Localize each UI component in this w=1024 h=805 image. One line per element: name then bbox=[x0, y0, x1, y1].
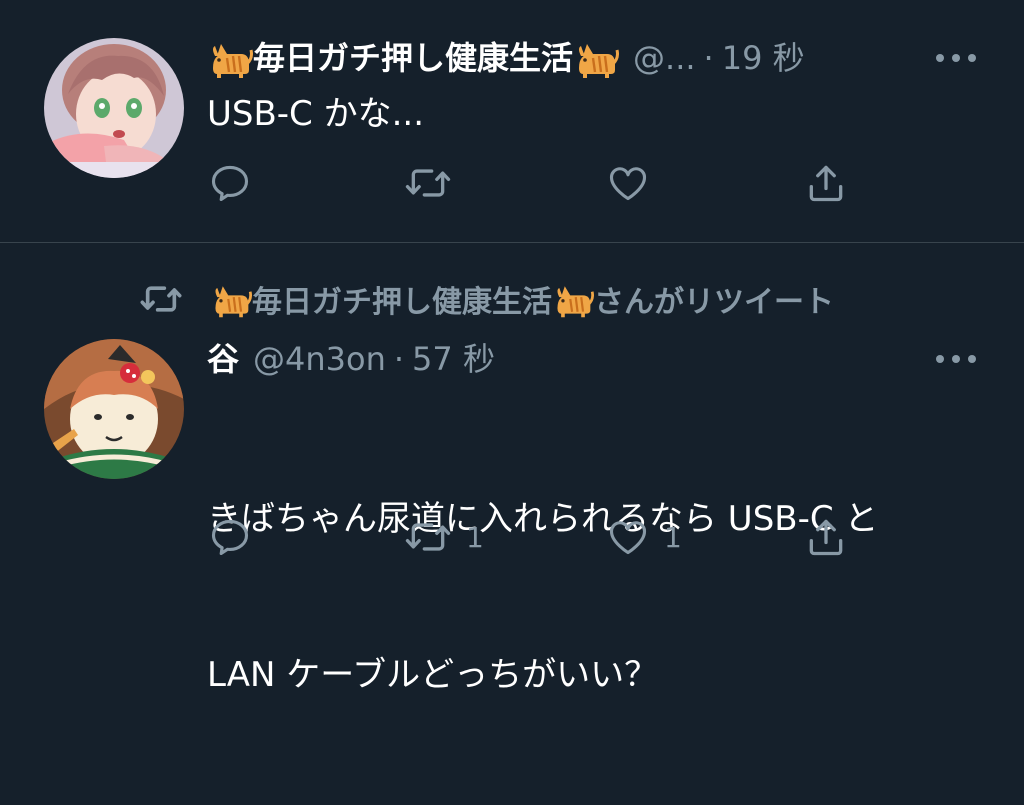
author-handle[interactable]: @... bbox=[633, 38, 696, 78]
tweet-header: 毎日ガチ押し健康生活 @... · 19 秒 bbox=[207, 38, 805, 78]
like-button[interactable] bbox=[606, 159, 664, 207]
tweet[interactable]: 毎日ガチ押し健康生活 さんがリツイート 谷 @4n3on · 57 秒 きばちゃ… bbox=[0, 243, 1024, 695]
tweet-header: 谷 @4n3on · 57 秒 bbox=[207, 339, 495, 379]
reply-icon bbox=[211, 519, 249, 556]
avatar[interactable] bbox=[44, 38, 184, 178]
retweet-context[interactable]: 毎日ガチ押し健康生活 さんがリツイート bbox=[138, 277, 834, 321]
tweet-text: USB-C かな... bbox=[207, 94, 425, 134]
reply-icon bbox=[211, 165, 249, 202]
cat-emoji-icon bbox=[213, 44, 253, 78]
author-name[interactable]: 毎日ガチ押し健康生活 bbox=[207, 38, 620, 78]
tweet-text: きばちゃん尿道に入れられるなら USB-C と LAN ケーブルどっちがいい？ bbox=[207, 389, 878, 805]
retweet-button[interactable]: 1 bbox=[404, 513, 484, 561]
share-button[interactable] bbox=[804, 159, 862, 207]
separator-dot: · bbox=[703, 39, 714, 77]
more-options-icon[interactable] bbox=[936, 48, 976, 68]
retweet-button[interactable] bbox=[404, 159, 466, 207]
timeline: 毎日ガチ押し健康生活 @... · 19 秒 USB-C かな... 毎日ガチ押… bbox=[0, 0, 1024, 695]
author-handle[interactable]: @4n3on bbox=[253, 339, 386, 379]
avatar-image bbox=[44, 339, 184, 479]
tweet-actions: 1 1 bbox=[208, 513, 868, 561]
reply-button[interactable] bbox=[208, 159, 266, 207]
author-name-text: 毎日ガチ押し健康生活 bbox=[253, 39, 574, 77]
like-count: 1 bbox=[664, 520, 682, 554]
share-button[interactable] bbox=[804, 513, 862, 561]
avatar[interactable] bbox=[44, 339, 184, 479]
avatar-image bbox=[44, 38, 184, 178]
reply-button[interactable] bbox=[208, 513, 266, 561]
more-options-icon[interactable] bbox=[936, 349, 976, 369]
cat-emoji-icon bbox=[557, 286, 594, 318]
heart-icon bbox=[609, 521, 647, 555]
retweet-icon bbox=[405, 523, 451, 551]
retweet-suffix: さんがリツイート bbox=[594, 285, 834, 320]
timestamp[interactable]: 57 秒 bbox=[412, 339, 495, 379]
retweet-icon bbox=[405, 169, 451, 197]
author-name[interactable]: 谷 bbox=[207, 339, 239, 379]
tweet-actions bbox=[208, 159, 868, 207]
cat-emoji-icon bbox=[579, 44, 620, 78]
retweet-count: 1 bbox=[466, 520, 484, 554]
retweeter-name: 毎日ガチ押し健康生活 bbox=[252, 285, 552, 320]
like-button[interactable]: 1 bbox=[606, 513, 682, 561]
share-icon bbox=[809, 519, 843, 556]
cat-emoji-icon bbox=[215, 286, 252, 318]
share-icon bbox=[809, 165, 843, 202]
heart-icon bbox=[609, 167, 647, 201]
tweet-text-line: LAN ケーブルどっちがいい？ bbox=[207, 655, 659, 695]
separator-dot: · bbox=[393, 340, 405, 378]
author-name-text: 谷 bbox=[207, 340, 240, 378]
tweet[interactable]: 毎日ガチ押し健康生活 @... · 19 秒 USB-C かな... bbox=[0, 0, 1024, 243]
timestamp[interactable]: 19 秒 bbox=[722, 38, 805, 78]
retweet-icon bbox=[140, 286, 182, 312]
